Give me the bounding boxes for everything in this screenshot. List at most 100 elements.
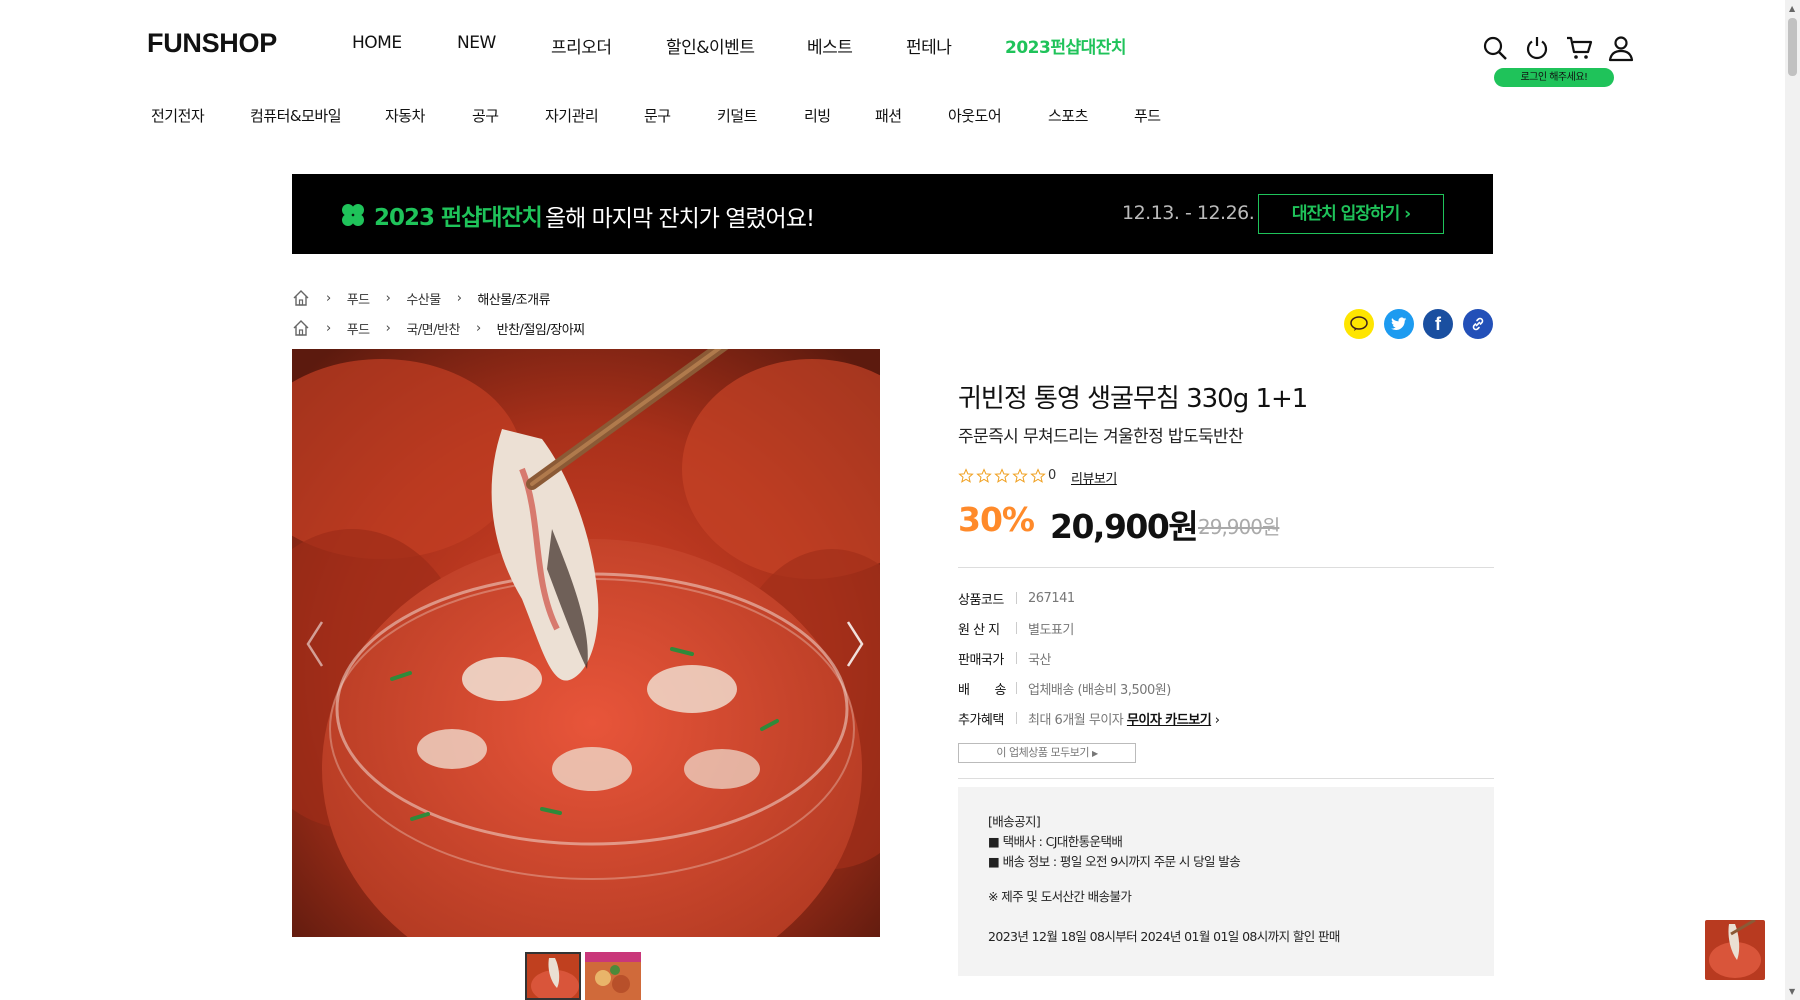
category-item[interactable]: 자기관리 [545,105,599,126]
notice-line: ■ 택배사 : CJ대한통운택배 [988,834,1123,849]
info-row-benefit: 추가혜택 최대 6개월 무이자 무이자 카드보기 › [958,708,1220,728]
category-item[interactable]: 푸드 [1134,105,1161,126]
vendor-products-button[interactable]: 이 업체상품 모두보기 ▶ [958,743,1136,763]
link-copy-button[interactable] [1463,309,1493,339]
info-row-shipping: 배 송 업체배송 (배송비 3,500원) [958,678,1171,698]
nav-preorder[interactable]: 프리오더 [551,33,612,58]
nav-sale-event[interactable]: 할인&이벤트 [666,33,755,58]
home-icon[interactable] [292,289,310,307]
scroll-up-arrow[interactable]: ▲ [1789,4,1795,13]
product-thumbnail[interactable] [585,952,641,1000]
oyster-kimchi-photo [292,349,880,937]
chevron-right-icon: › [475,320,481,336]
category-item[interactable]: 공구 [472,105,499,126]
review-count: 0 [1048,468,1057,483]
logo[interactable]: FUNSHOP [147,28,277,59]
chevron-right-icon: › [385,290,391,306]
category-item[interactable]: 전기전자 [151,105,205,126]
banner-enter-button[interactable]: 대잔치 입장하기 › [1258,194,1444,234]
sale-price: 20,900원 [1050,507,1199,546]
triangle-right-icon: ▶ [1091,749,1098,758]
divider [958,567,1494,568]
banner-enter-label: 대잔치 입장하기 [1291,204,1400,224]
star-empty-icon [1030,468,1046,483]
notice-line: ※ 제주 및 도서산간 배송불가 [988,889,1132,904]
category-item[interactable]: 리빙 [804,105,831,126]
category-item[interactable]: 패션 [875,105,902,126]
benefit-text: 최대 6개월 무이자 [1028,712,1124,728]
chevron-right-icon: › [1214,712,1220,728]
user-icon[interactable] [1607,34,1635,62]
breadcrumb: › 푸드 › 수산물 › 해산물/조개류 [292,288,551,308]
breadcrumb-item[interactable]: 반찬/절임/장아찌 [497,319,585,338]
info-label: 상품코드 [958,592,1004,608]
kakao-share-button[interactable] [1344,309,1374,339]
info-row-country: 판매국가 국산 [958,648,1051,668]
chevron-right-icon: › [326,290,331,306]
breadcrumb-item[interactable]: 푸드 [347,319,370,338]
category-item[interactable]: 문구 [644,105,671,126]
cart-icon[interactable] [1565,34,1593,62]
login-badge[interactable]: 로그인 해주세요! [1494,68,1614,87]
shipping-notice: [배송공지] ■ 택배사 : CJ대한통운택배 ■ 배송 정보 : 평일 오전 … [958,787,1494,976]
rating-stars [958,468,1046,484]
nav-new[interactable]: NEW [457,33,496,53]
facebook-icon: f [1435,313,1441,334]
star-empty-icon [994,468,1010,483]
recent-product-image [1705,920,1765,980]
nav-best[interactable]: 베스트 [807,33,853,58]
vendor-products-label: 이 업체상품 모두보기 [996,746,1089,759]
banner-message: 올해 마지막 잔치가 열렸어요! [545,206,815,232]
banner-event-name: 2023 펀샵대잔치 [374,205,543,231]
info-value: 국산 [1028,652,1051,668]
thumbnail-image [585,952,641,1000]
star-empty-icon [1012,468,1028,483]
nav-home[interactable]: HOME [352,33,402,53]
card-link[interactable]: 무이자 카드보기 [1127,713,1212,728]
breadcrumb-item[interactable]: 해산물/조개류 [477,289,550,308]
product-subtitle: 주문즉시 무쳐드리는 겨울한정 밥도둑반찬 [958,427,1244,447]
info-label: 판매국가 [958,652,1004,668]
review-link[interactable]: 리뷰보기 [1071,468,1117,487]
banner-period: 12.13. - 12.26. [1122,202,1255,224]
home-icon[interactable] [292,319,310,337]
breadcrumb-item[interactable]: 푸드 [347,289,370,308]
category-item[interactable]: 컴퓨터&모바일 [250,105,342,126]
power-icon[interactable] [1523,34,1551,62]
event-banner[interactable]: 2023 펀샵대잔치 올해 마지막 잔치가 열렸어요! 12.13. - 12.… [292,174,1493,254]
category-item[interactable]: 자동차 [385,105,425,126]
info-label: 추가혜택 [958,712,1004,728]
notice-line: ■ 배송 정보 : 평일 오전 9시까지 주문 시 당일 발송 [988,854,1241,869]
page-scrollbar[interactable]: ▲ ▼ [1785,0,1800,1000]
next-image-arrow[interactable] [840,614,870,674]
category-item[interactable]: 아웃도어 [948,105,1002,126]
scroll-down-arrow[interactable]: ▼ [1789,987,1795,996]
original-price: 29,900원 [1198,515,1280,539]
twitter-share-button[interactable] [1384,309,1414,339]
facebook-share-button[interactable]: f [1423,309,1453,339]
info-value: 업체배송 (배송비 3,500원) [1028,682,1171,698]
notice-line: [배송공지] [988,814,1041,829]
info-label: 원 산 지 [958,622,1000,638]
prev-image-arrow[interactable] [300,614,330,674]
recent-product-thumbnail[interactable] [1705,920,1765,980]
breadcrumb-item[interactable]: 수산물 [406,289,441,308]
info-row-origin: 원 산 지 별도표기 [958,618,1074,638]
nav-funtena[interactable]: 펀테나 [906,33,952,58]
category-item[interactable]: 스포츠 [1048,105,1088,126]
star-empty-icon [958,468,974,483]
clover-icon [342,204,364,226]
chevron-right-icon: › [385,320,391,336]
chevron-right-icon: › [1404,204,1411,224]
product-main-image[interactable] [292,349,880,937]
breadcrumb-item[interactable]: 국/면/반찬 [406,319,460,338]
product-thumbnail[interactable] [525,952,581,1000]
info-row-code: 상품코드 267141 [958,588,1075,608]
nav-festival[interactable]: 2023펀샵대잔치 [1005,33,1127,58]
search-icon[interactable] [1481,34,1509,62]
discount-rate: 30% [958,500,1035,539]
category-item[interactable]: 키덜트 [717,105,757,126]
scrollbar-thumb[interactable] [1788,18,1797,76]
info-value: 267141 [1028,590,1075,606]
twitter-icon [1391,317,1407,330]
